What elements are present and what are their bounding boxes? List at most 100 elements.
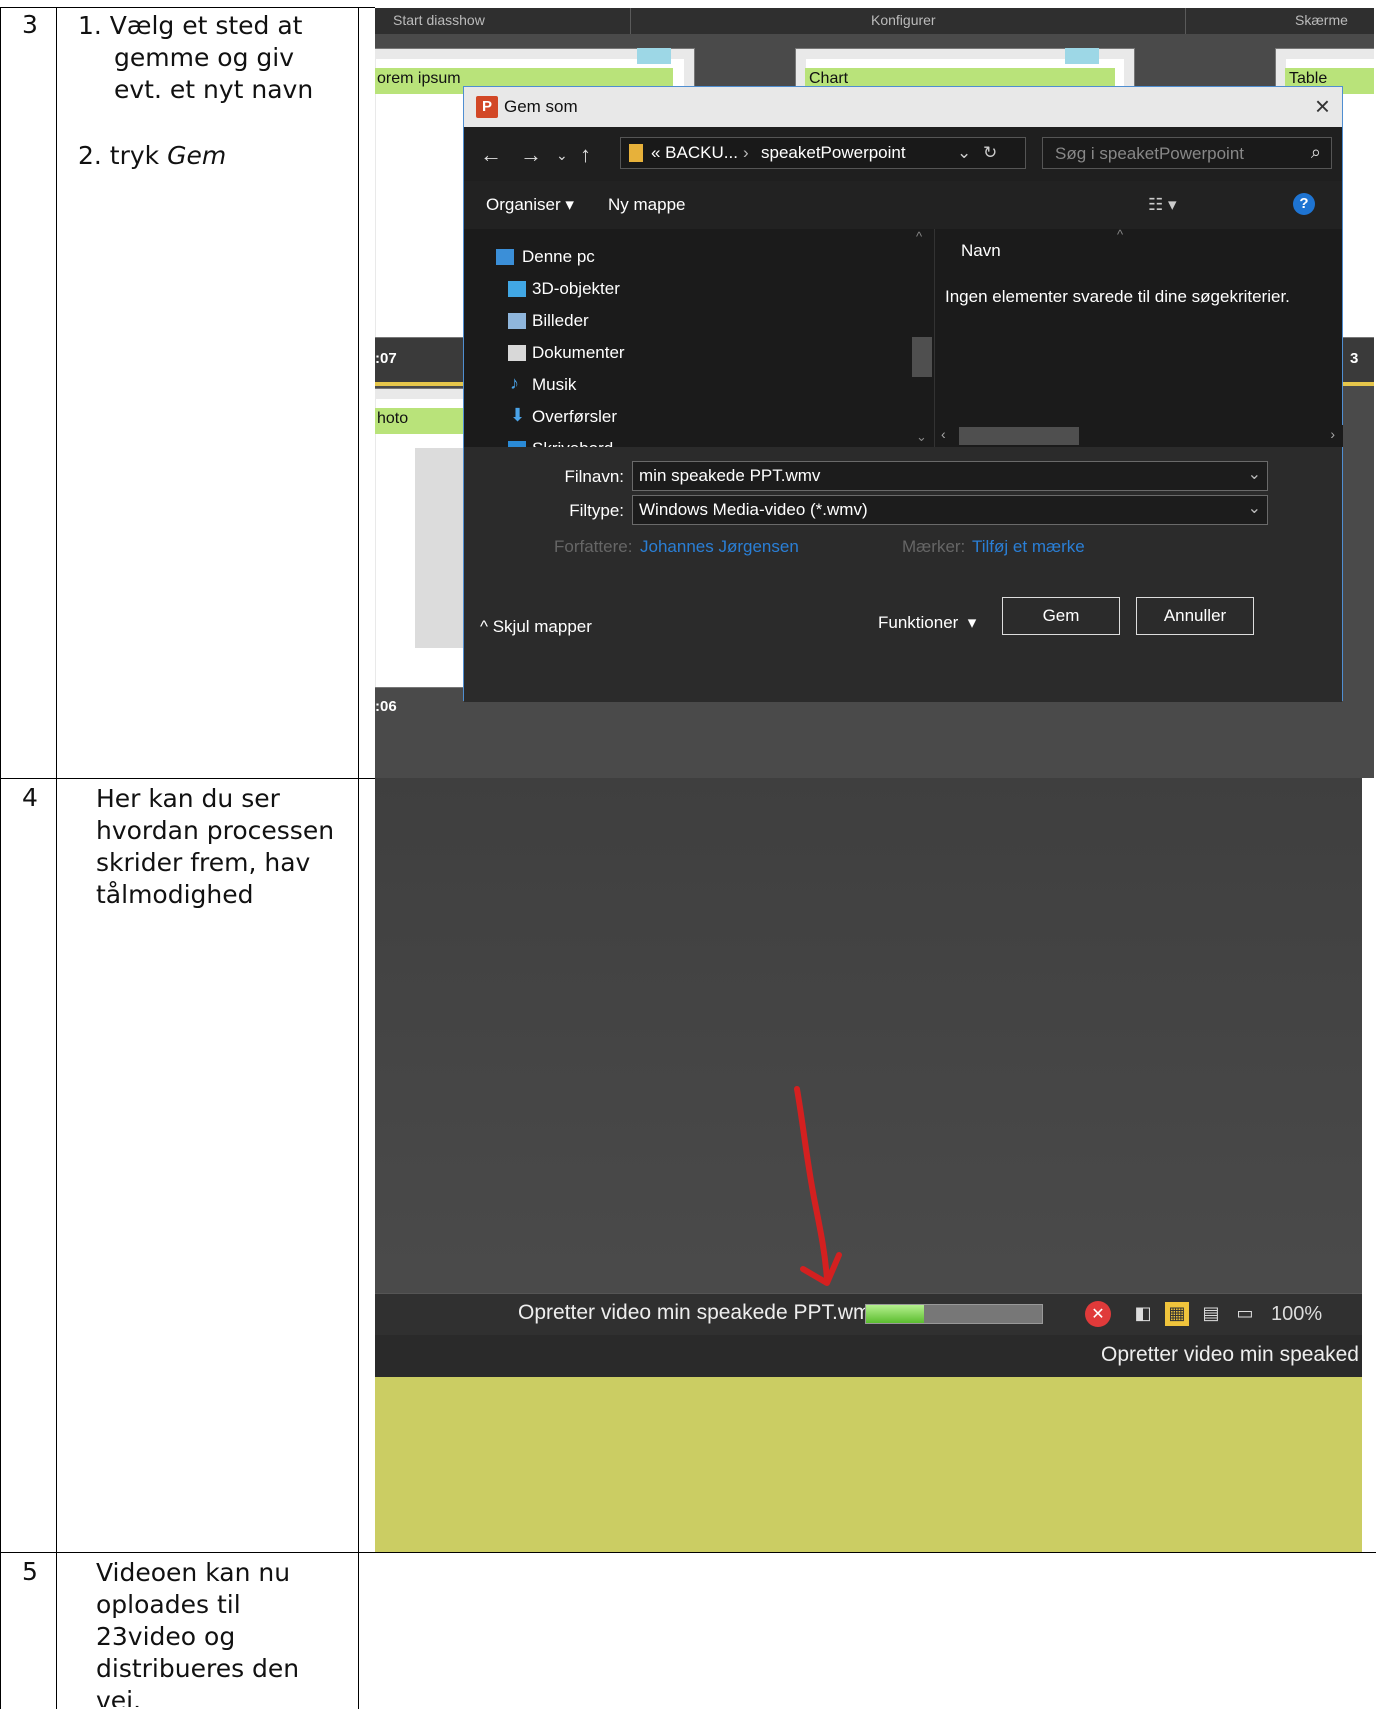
tab-configure[interactable]: Konfigurer (871, 12, 936, 28)
yellow-area (375, 1377, 1362, 1552)
progress-screenshot: Opretter video min speakede PPT.wmv ✕ ◧ … (375, 778, 1362, 1552)
reading-view-icon[interactable]: ▤ (1199, 1302, 1223, 1326)
breadcrumb-separator: › (743, 143, 749, 162)
progress-bar (865, 1304, 1043, 1324)
cancel-button[interactable]: Annuller (1136, 597, 1254, 635)
slide-sorter-icon[interactable]: ▦ (1165, 1302, 1189, 1326)
column-header-name[interactable]: Navn (961, 241, 1001, 261)
3d-objects-icon (508, 281, 526, 297)
scroll-up-icon[interactable]: ^ (916, 229, 922, 244)
scroll-left-icon[interactable]: ‹ (941, 426, 946, 442)
tab-screens[interactable]: Skærme (1295, 12, 1348, 28)
slide-tag (1065, 48, 1099, 64)
secondary-status-text: Opretter video min speaked (1101, 1343, 1359, 1366)
organize-button[interactable]: Organiser ▾ (486, 195, 574, 215)
step-2-emphasis: Gem (167, 141, 227, 170)
back-icon[interactable]: ← (480, 142, 502, 168)
tree-item-downloads[interactable]: Overførsler (532, 407, 617, 427)
normal-view-icon[interactable]: ◧ (1131, 1302, 1155, 1326)
filename-value: min speakede PPT.wmv (639, 466, 821, 485)
powerpoint-icon: P (476, 96, 498, 118)
secondary-status-bar: Opretter video min speaked (375, 1335, 1362, 1377)
tree-scrollbar[interactable]: ^ ⌄ (910, 229, 934, 447)
status-text: Opretter video min speakede PPT.wmv (518, 1301, 881, 1324)
tags-label: Mærker: (902, 537, 966, 556)
tab-start-slideshow[interactable]: Start diasshow (393, 12, 485, 28)
scroll-down-icon[interactable]: ⌄ (916, 429, 927, 445)
scroll-right-icon[interactable]: › (1330, 426, 1335, 442)
table-border (56, 7, 57, 1709)
scroll-thumb[interactable] (912, 337, 932, 377)
dialog-titlebar: P Gem som × (464, 87, 1342, 127)
new-folder-button[interactable]: Ny mappe (608, 195, 685, 215)
slide-time: 3 (1350, 350, 1359, 367)
tree-item-pictures[interactable]: Billeder (532, 311, 589, 331)
slide-time: :07 (375, 350, 397, 367)
filename-label: Filnavn: (564, 467, 624, 486)
step-2: 2. tryk Gem (78, 140, 348, 172)
tree-item-3d-objects[interactable]: 3D-objekter (532, 279, 620, 299)
tree-item-documents[interactable]: Dokumenter (532, 343, 625, 363)
tab-divider (1185, 8, 1186, 34)
up-icon[interactable]: ↑ (580, 142, 591, 168)
forward-icon[interactable]: → (520, 142, 542, 168)
downloads-icon: ⬇ (510, 405, 526, 425)
slideshow-icon[interactable]: ▭ (1233, 1302, 1257, 1326)
step-2-text: 2. tryk (78, 141, 168, 170)
pc-icon (496, 249, 514, 265)
slide-time: :06 (375, 698, 397, 715)
breadcrumb-backup[interactable]: « BACKU... (651, 143, 738, 163)
dialog-title: Gem som (504, 97, 578, 116)
tags-value[interactable]: Tilføj et mærke (972, 537, 1085, 557)
table-border (0, 1552, 1376, 1553)
table-border (358, 7, 359, 1709)
music-icon: ♪ (510, 373, 519, 393)
sort-arrow-icon: ^ (1117, 227, 1124, 242)
step-1: 1. Vælg et sted at gemme og giv evt. et … (78, 11, 314, 104)
save-button[interactable]: Gem (1002, 597, 1120, 635)
step-text: 1. Vælg et sted at gemme og giv evt. et … (78, 10, 348, 172)
row-number: 4 (22, 783, 38, 812)
breadcrumb-current[interactable]: speaketPowerpoint (761, 143, 906, 163)
chevron-down-icon[interactable]: ⌄ (1248, 498, 1261, 518)
document-page: 3 1. Vælg et sted at gemme og giv evt. e… (0, 0, 1376, 1709)
authors-value[interactable]: Johannes Jørgensen (640, 537, 799, 557)
folder-icon (629, 144, 643, 162)
hide-folders-button[interactable]: ^ Skjul mapper (480, 617, 592, 637)
dialog-toolbar: Organiser ▾ Ny mappe ☷ ▾ ? (464, 181, 1342, 229)
filename-input[interactable]: min speakede PPT.wmv ⌄ (632, 461, 1268, 491)
tree-item-desktop[interactable]: Skrivebord (532, 439, 613, 447)
search-input[interactable]: Søg i speaketPowerpoint ⌕ (1042, 137, 1332, 169)
address-dropdown-icon[interactable]: ⌄ (957, 143, 971, 163)
cancel-export-icon[interactable]: ✕ (1085, 1301, 1111, 1327)
filetype-select[interactable]: Windows Media-video (*.wmv) ⌄ (632, 495, 1268, 525)
empty-message: Ingen elementer svarede til dine søgekri… (945, 287, 1290, 306)
refresh-icon[interactable]: ↻ (983, 143, 997, 163)
address-bar[interactable]: « BACKU... › speaketPowerpoint ⌄ ↻ (620, 137, 1026, 169)
search-icon: ⌕ (1310, 142, 1321, 162)
authors-label: Forfattere: (554, 537, 633, 556)
row-number: 5 (22, 1557, 38, 1586)
row-number: 3 (22, 10, 38, 39)
recent-dropdown-icon[interactable]: ⌄ (556, 147, 568, 164)
tree-item-this-pc[interactable]: Denne pc (522, 247, 595, 267)
tree-item-music[interactable]: Musik (532, 375, 576, 395)
close-icon[interactable]: × (1315, 91, 1330, 122)
search-placeholder: Søg i speaketPowerpoint (1055, 144, 1244, 163)
chevron-down-icon[interactable]: ⌄ (1248, 464, 1261, 484)
file-list: ^ Navn Ingen elementer svarede til dine … (934, 227, 1343, 447)
documents-icon (508, 345, 526, 361)
row-text: Videoen kan nu oploades til 23video og d… (96, 1558, 300, 1707)
help-icon[interactable]: ? (1293, 193, 1315, 215)
progress-fill (866, 1305, 925, 1323)
view-options-icon[interactable]: ☷ ▾ (1148, 195, 1177, 215)
red-arrow-annotation (794, 1086, 842, 1286)
file-list-scrollbar[interactable]: ‹ › (935, 425, 1343, 447)
tab-divider (630, 8, 631, 34)
tools-button[interactable]: Funktioner ▾ (878, 613, 976, 633)
navigation-bar: ← → ⌄ ↑ « BACKU... › speaketPowerpoint ⌄… (464, 127, 1342, 181)
zoom-level[interactable]: 100% (1271, 1303, 1322, 1326)
slide-tag (637, 48, 671, 64)
scroll-thumb[interactable] (959, 427, 1079, 445)
ribbon-tabs: Start diasshow Konfigurer Skærme (375, 8, 1374, 34)
